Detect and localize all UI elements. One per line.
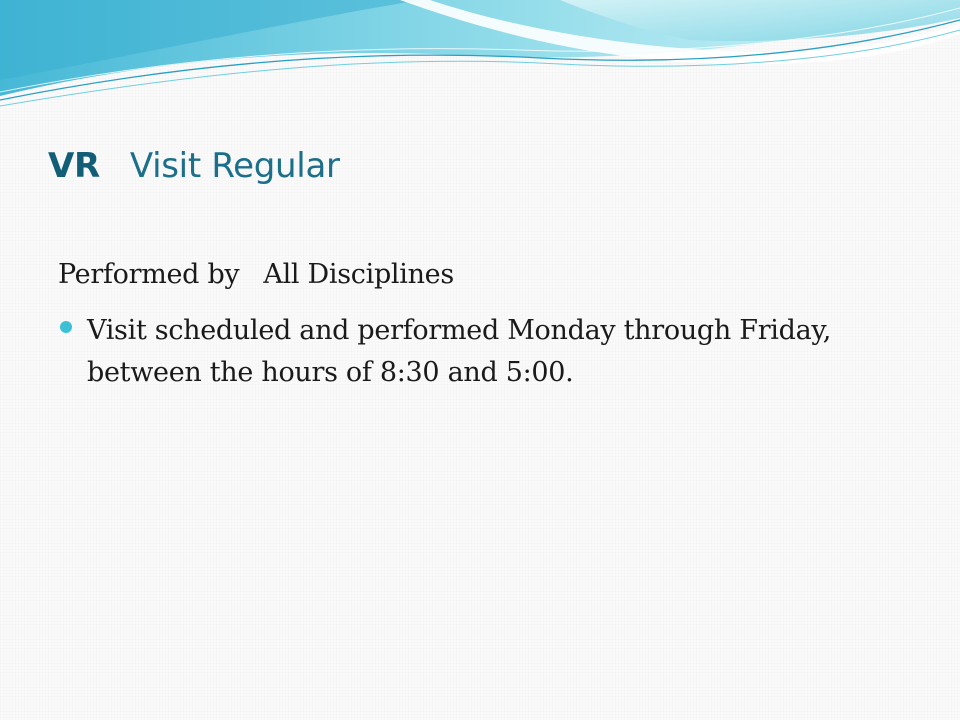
slide-title: VR Visit Regular [48,146,340,186]
title-abbreviation: VR [48,146,100,186]
title-text: Visit Regular [129,146,340,186]
bullet-text: Visit scheduled and performed Monday thr… [87,315,832,388]
performed-by-line: Performed by All Disciplines [58,259,454,290]
slide: VR Visit Regular Performed by All Discipli… [0,0,960,720]
bullet-list: Visit scheduled and performed Monday thr… [58,310,918,394]
bullet-dot-icon [60,321,72,333]
performed-by-label: Performed by [58,259,240,290]
wave-banner-decoration [0,0,960,107]
bullet-item: Visit scheduled and performed Monday thr… [58,310,918,394]
performed-by-value: All Disciplines [263,259,454,290]
